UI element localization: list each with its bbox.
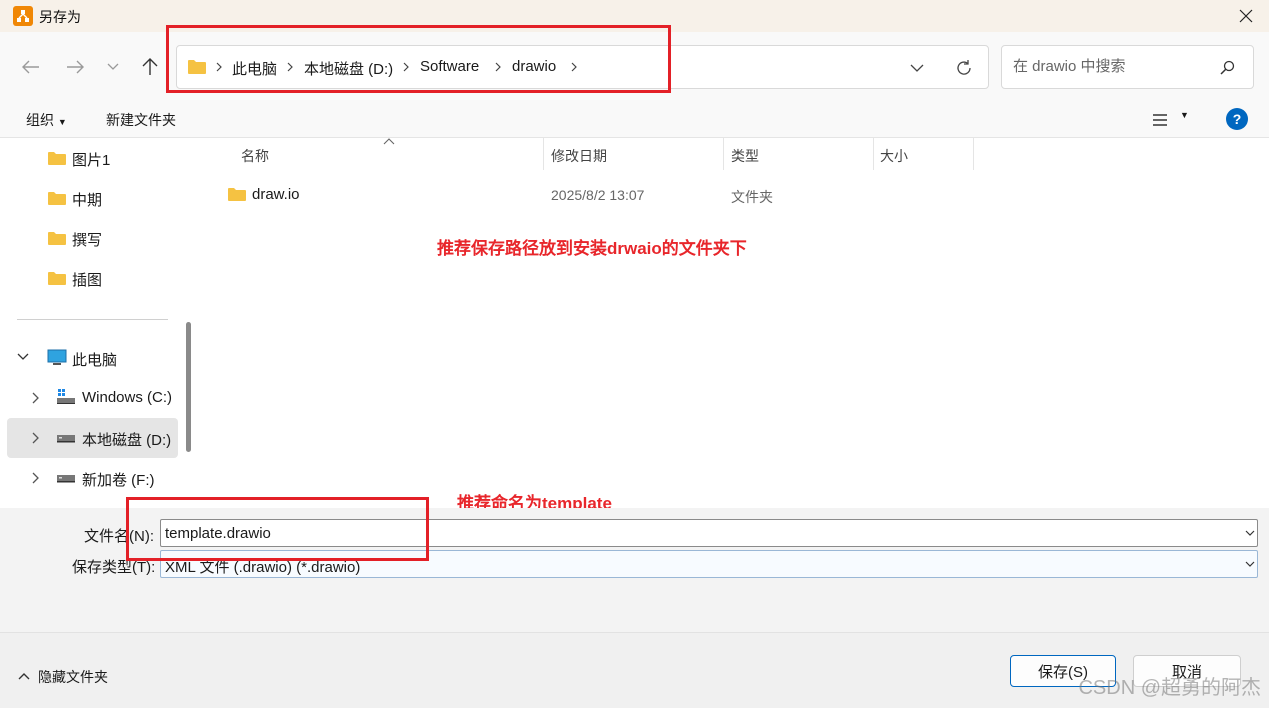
caret-down-icon: ▼ (1180, 110, 1189, 120)
help-icon: ? (1232, 111, 1242, 127)
list-view-icon (1153, 114, 1167, 126)
folder-icon (48, 272, 66, 285)
organize-label: 组织 (26, 112, 54, 128)
chevron-down-icon (910, 64, 924, 72)
address-history-button[interactable] (905, 60, 929, 76)
highlight-box-address (166, 25, 671, 93)
chevron-up-icon (18, 673, 30, 680)
up-button[interactable] (135, 52, 165, 82)
nav-item-label: 插图 (72, 272, 103, 289)
help-button[interactable]: ? (1226, 108, 1248, 130)
column-separator[interactable] (873, 138, 874, 170)
file-list: 名称 修改日期 类型 大小 draw.io 2025/8/2 13:07 文件夹… (198, 138, 1269, 513)
drawio-app-icon (13, 6, 33, 26)
new-folder-button[interactable]: 新建文件夹 (106, 110, 176, 130)
view-options-button[interactable]: ▼ (1150, 109, 1192, 131)
chevron-down-icon (107, 63, 119, 70)
nav-scrollbar[interactable] (186, 322, 191, 452)
folder-icon (48, 192, 66, 205)
recent-locations-button[interactable] (98, 52, 128, 82)
nav-item-label: 此电脑 (72, 352, 118, 369)
column-separator[interactable] (543, 138, 544, 170)
table-row[interactable]: draw.io 2025/8/2 13:07 文件夹 (218, 180, 978, 210)
nav-item-drive-d[interactable]: 本地磁盘 (D:) (7, 418, 178, 458)
column-header-type[interactable]: 类型 (731, 146, 759, 166)
refresh-icon (957, 60, 971, 75)
computer-icon (47, 349, 67, 365)
nav-item-this-pc[interactable]: 此电脑 (0, 338, 178, 378)
watermark: CSDN @超勇的阿杰 (1078, 677, 1261, 699)
nav-item-label: 新加卷 (F:) (82, 472, 155, 489)
column-separator[interactable] (723, 138, 724, 170)
chevron-down-icon[interactable] (17, 353, 29, 361)
window-title: 另存为 (39, 9, 81, 25)
chevron-right-icon[interactable] (32, 432, 40, 444)
close-icon (1239, 9, 1253, 23)
hide-folders-label: 隐藏文件夹 (38, 669, 108, 685)
nav-item-label: 图片1 (72, 152, 111, 169)
highlight-box-filename (126, 497, 429, 561)
chevron-down-icon[interactable] (1245, 530, 1255, 537)
nav-item-label: 本地磁盘 (D:) (82, 432, 172, 449)
nav-item-pictures1[interactable]: 图片1 (0, 138, 178, 178)
nav-item-label: Windows (C:) (82, 389, 173, 406)
caret-down-icon: ▼ (57, 117, 67, 127)
column-header-modified[interactable]: 修改日期 (551, 146, 607, 166)
file-type: 文件夹 (731, 189, 773, 205)
nav-item-label: 撰写 (72, 232, 103, 249)
command-bar: 组织 ▼ 新建文件夹 ▼ ? (0, 100, 1269, 138)
column-header-size[interactable]: 大小 (880, 146, 908, 166)
organize-menu[interactable]: 组织 ▼ (26, 110, 67, 130)
nav-divider (17, 319, 168, 320)
arrow-up-icon (142, 58, 158, 75)
nav-item-writing[interactable]: 撰写 (0, 218, 178, 258)
folder-icon (48, 152, 66, 165)
chevron-right-icon[interactable] (32, 392, 40, 404)
nav-item-drive-c[interactable]: Windows (C:) (0, 378, 178, 418)
search-icon[interactable] (1220, 60, 1236, 76)
search-input[interactable] (1011, 57, 1211, 76)
chevron-right-icon[interactable] (32, 472, 40, 484)
nav-item-illustrations[interactable]: 插图 (0, 258, 178, 298)
sort-ascending-icon (383, 138, 395, 145)
search-box[interactable] (1001, 45, 1254, 89)
arrow-left-icon (22, 60, 39, 74)
back-button[interactable] (16, 52, 46, 82)
arrow-right-icon (67, 60, 84, 74)
nav-item-midterm[interactable]: 中期 (0, 178, 178, 218)
close-button[interactable] (1223, 0, 1269, 32)
folder-icon (48, 232, 66, 245)
nav-item-drive-f[interactable]: 新加卷 (F:) (0, 458, 178, 498)
nav-item-label: 中期 (72, 192, 103, 209)
file-name: draw.io (252, 186, 300, 203)
refresh-button[interactable] (952, 58, 976, 78)
file-modified: 2025/8/2 13:07 (551, 187, 645, 203)
column-header-name[interactable]: 名称 (241, 146, 269, 166)
navigation-pane: 图片1 中期 撰写 插图 此电脑 Windows (C:) 本地磁盘 (D:) … (0, 138, 198, 508)
drive-icon (57, 435, 75, 443)
folder-icon (228, 188, 246, 201)
drive-icon (57, 475, 75, 483)
column-separator[interactable] (973, 138, 974, 170)
chevron-down-icon[interactable] (1245, 561, 1255, 568)
windows-drive-icon (57, 389, 75, 404)
forward-button[interactable] (60, 52, 90, 82)
annotation-path-note: 推荐保存路径放到安装drwaio的文件夹下 (437, 239, 747, 258)
